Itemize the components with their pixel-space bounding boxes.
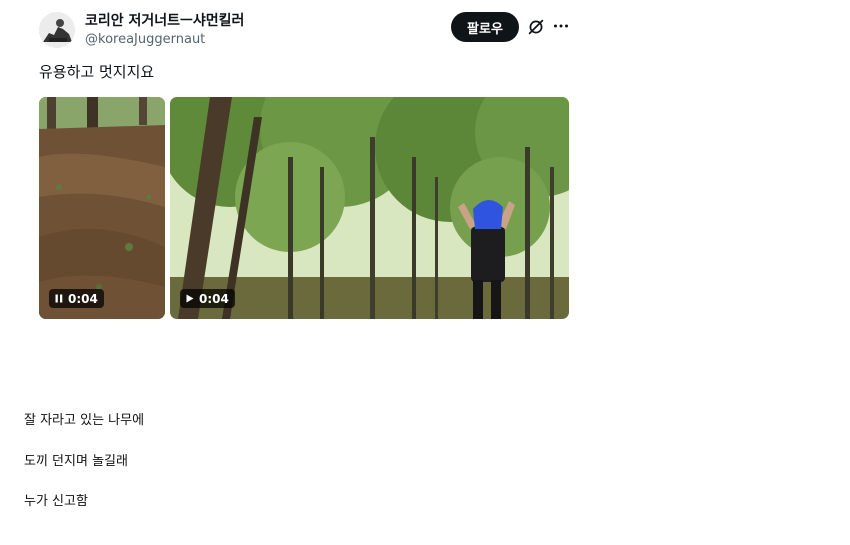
play-icon[interactable] — [186, 294, 194, 303]
follow-button[interactable]: 팔로우 — [451, 12, 519, 42]
author-handle[interactable]: @koreaJuggernaut — [85, 31, 244, 49]
video-duration-badge: 0:04 — [180, 289, 235, 308]
video-thumbnail[interactable]: 0:04 — [39, 97, 165, 319]
caption-line: 누가 신고함 — [24, 494, 88, 509]
video-duration-badge: 0:04 — [49, 289, 104, 308]
caption-line: 도끼 던지며 놀길래 — [24, 454, 128, 469]
forest-floor-image — [39, 97, 165, 319]
forest-image — [170, 97, 569, 319]
avatar[interactable] — [39, 12, 75, 48]
video-duration: 0:04 — [199, 291, 229, 306]
author-info[interactable]: 코리안 저거너트ㅡ샤먼킬러 @koreaJuggernaut — [85, 12, 244, 49]
author-display-name[interactable]: 코리안 저거너트ㅡ샤먼킬러 — [85, 12, 244, 30]
caption-line: 잘 자라고 있는 나무에 — [24, 413, 145, 428]
video-duration: 0:04 — [68, 291, 98, 306]
more-options-icon[interactable] — [553, 18, 569, 34]
tweet-text: 유용하고 멋지지요 — [39, 63, 155, 81]
pause-icon[interactable] — [55, 294, 63, 303]
video-thumbnail[interactable]: 0:04 — [170, 97, 569, 319]
grok-icon[interactable] — [527, 18, 545, 36]
